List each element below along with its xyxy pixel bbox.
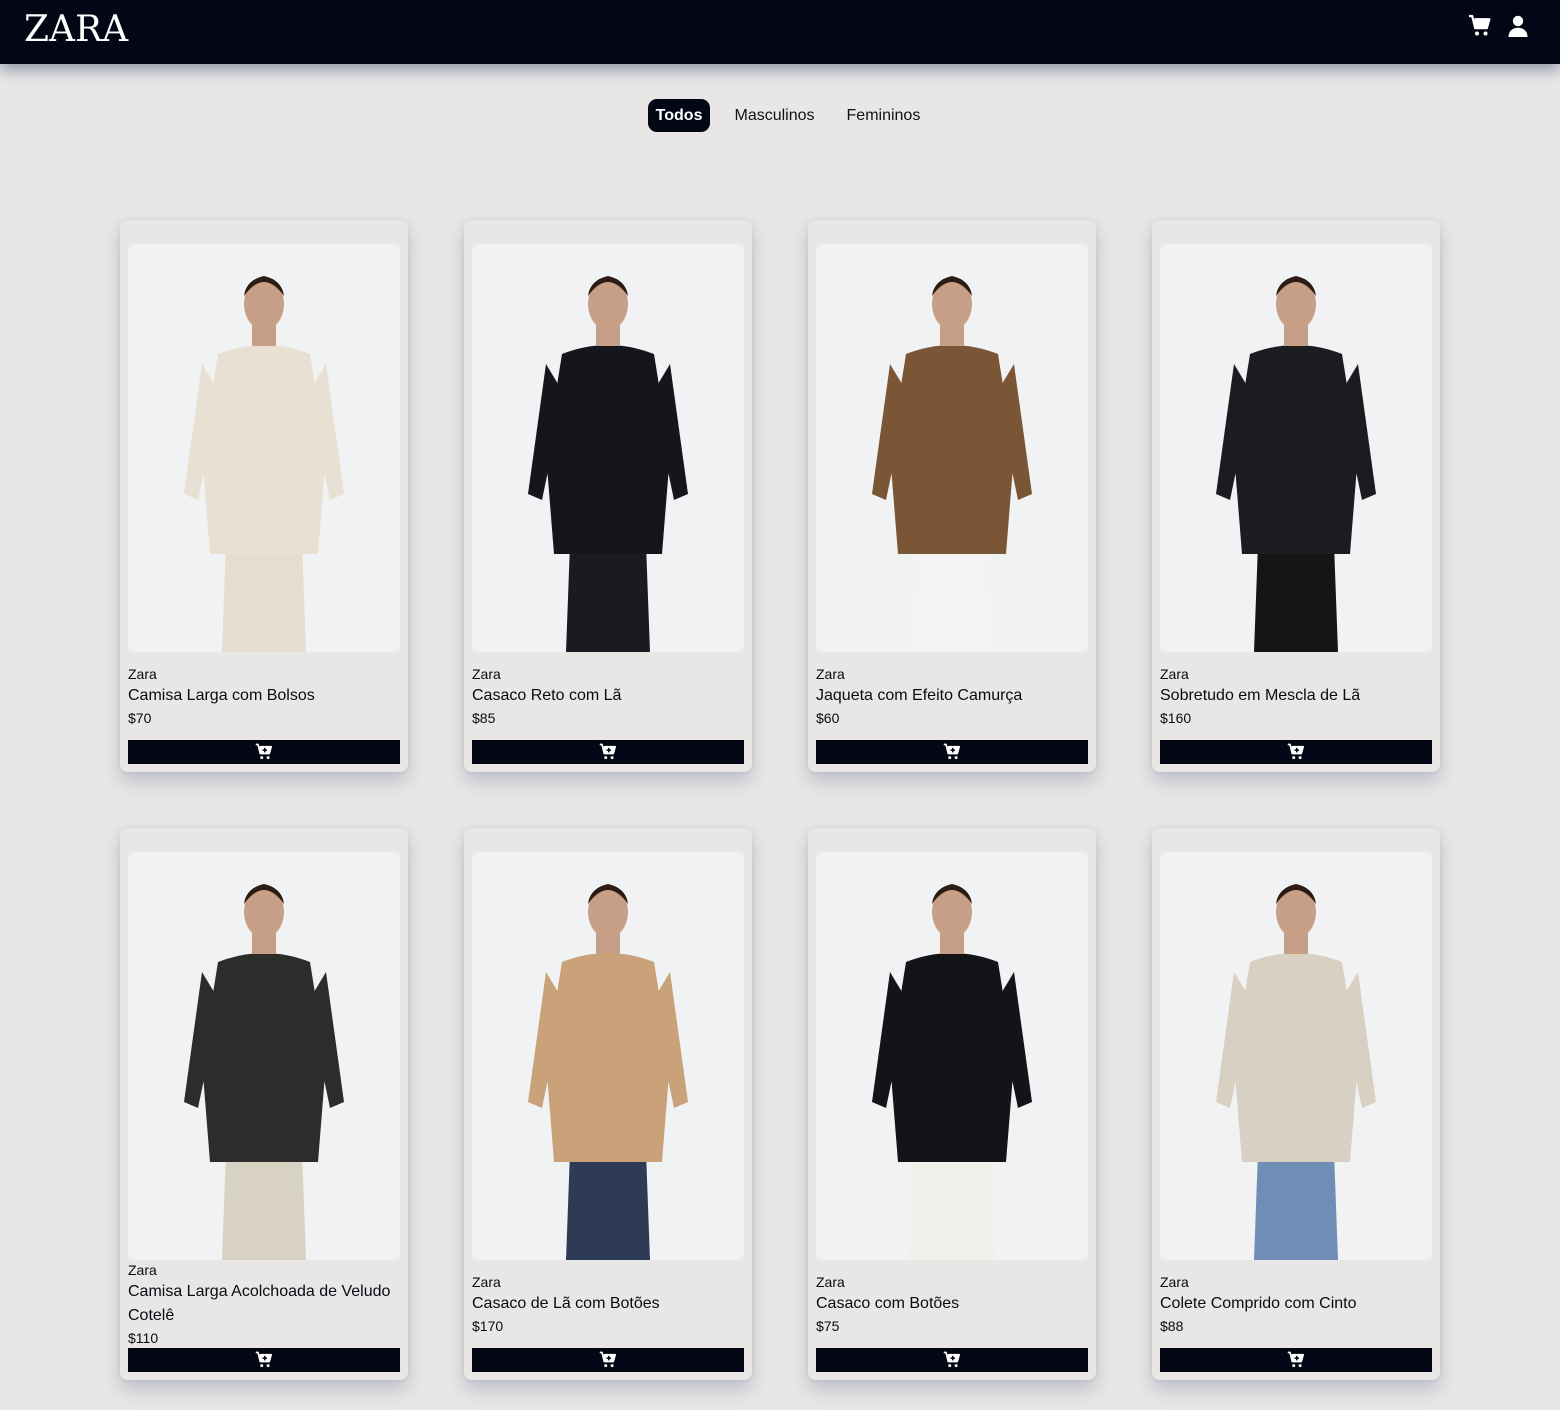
add-to-cart-button[interactable]	[472, 740, 744, 764]
add-to-cart-button[interactable]	[472, 1348, 744, 1372]
product-name[interactable]: Casaco Reto com Lã	[472, 684, 744, 708]
product-card[interactable]: Zara Casaco de Lã com Botões $170	[464, 828, 752, 1380]
add-to-cart-button[interactable]	[1160, 740, 1432, 764]
product-price: $85	[472, 710, 496, 726]
product-name[interactable]: Sobretudo em Mescla de Lã	[1160, 684, 1432, 708]
user-icon[interactable]	[1506, 14, 1530, 38]
product-info: Zara Casaco Reto com Lã $85	[472, 652, 744, 740]
product-photo[interactable]	[816, 852, 1088, 1260]
product-name[interactable]: Casaco com Botões	[816, 1292, 1088, 1316]
filter-tab-masculinos[interactable]: Masculinos	[726, 99, 822, 132]
product-card[interactable]: Zara Casaco com Botões $75	[808, 828, 1096, 1380]
product-brand: Zara	[472, 666, 501, 682]
product-card[interactable]: Zara Colete Comprido com Cinto $88	[1152, 828, 1440, 1380]
product-price: $60	[816, 710, 840, 726]
product-info: Zara Casaco de Lã com Botões $170	[472, 1260, 744, 1348]
add-to-cart-icon	[943, 1351, 961, 1368]
add-to-cart-icon	[599, 1351, 617, 1368]
product-brand: Zara	[816, 666, 845, 682]
product-info: Zara Camisa Larga Acolchoada de Veludo Co…	[128, 1260, 400, 1348]
product-price: $75	[816, 1318, 840, 1334]
add-to-cart-button[interactable]	[128, 740, 400, 764]
zara-logo[interactable]: ZARA	[24, 8, 128, 52]
product-info: Zara Colete Comprido com Cinto $88	[1160, 1260, 1432, 1348]
product-price: $160	[1160, 710, 1192, 726]
add-to-cart-icon	[255, 1351, 273, 1368]
product-card[interactable]: Zara Casaco Reto com Lã $85	[464, 220, 752, 772]
product-photo[interactable]	[472, 244, 744, 652]
product-card[interactable]: Zara Camisa Larga com Bolsos $70	[120, 220, 408, 772]
product-card[interactable]: Zara Jaqueta com Efeito Camurça $60	[808, 220, 1096, 772]
model-photo-illustration	[816, 244, 1088, 652]
filter-tab-femininos[interactable]: Femininos	[839, 99, 929, 132]
add-to-cart-button[interactable]	[128, 1348, 400, 1372]
product-brand: Zara	[128, 666, 157, 682]
product-grid: Zara Camisa Larga com Bolsos $70 Zara Casaco…	[120, 220, 1440, 1380]
model-photo-illustration	[1160, 852, 1432, 1260]
add-to-cart-button[interactable]	[816, 740, 1088, 764]
product-name[interactable]: Colete Comprido com Cinto	[1160, 1292, 1432, 1316]
product-price: $110	[128, 1330, 159, 1346]
model-photo-illustration	[472, 244, 744, 652]
product-name[interactable]: Camisa Larga Acolchoada de Veludo Cotelê	[128, 1280, 400, 1328]
product-brand: Zara	[1160, 666, 1189, 682]
product-name[interactable]: Camisa Larga com Bolsos	[128, 684, 400, 708]
product-photo[interactable]	[1160, 244, 1432, 652]
product-photo[interactable]	[472, 852, 744, 1260]
product-info: Zara Jaqueta com Efeito Camurça $60	[816, 652, 1088, 740]
product-info: Zara Sobretudo em Mescla de Lã $160	[1160, 652, 1432, 740]
product-price: $170	[472, 1318, 504, 1334]
add-to-cart-icon	[599, 743, 617, 760]
product-name[interactable]: Jaqueta com Efeito Camurça	[816, 684, 1088, 708]
add-to-cart-button[interactable]	[816, 1348, 1088, 1372]
header-actions	[1468, 14, 1530, 38]
model-photo-illustration	[1160, 244, 1432, 652]
add-to-cart-icon	[255, 743, 273, 760]
product-name[interactable]: Casaco de Lã com Botões	[472, 1292, 744, 1316]
model-photo-illustration	[128, 244, 400, 652]
product-brand: Zara	[816, 1274, 845, 1290]
add-to-cart-icon	[1287, 743, 1305, 760]
model-photo-illustration	[816, 852, 1088, 1260]
model-photo-illustration	[472, 852, 744, 1260]
product-photo[interactable]	[816, 244, 1088, 652]
product-card[interactable]: Zara Sobretudo em Mescla de Lã $160	[1152, 220, 1440, 772]
category-filter-tabs: Todos Masculinos Femininos	[0, 99, 1560, 132]
product-info: Zara Casaco com Botões $75	[816, 1260, 1088, 1348]
add-to-cart-icon	[1287, 1351, 1305, 1368]
filter-tab-todos[interactable]: Todos	[647, 99, 711, 132]
product-brand: Zara	[128, 1262, 157, 1278]
product-info: Zara Camisa Larga com Bolsos $70	[128, 652, 400, 740]
product-card[interactable]: Zara Camisa Larga Acolchoada de Veludo Co…	[120, 828, 408, 1380]
product-price: $70	[128, 710, 152, 726]
cart-icon[interactable]	[1468, 14, 1492, 38]
product-photo[interactable]	[128, 244, 400, 652]
top-navbar: ZARA	[0, 0, 1560, 64]
add-to-cart-button[interactable]	[1160, 1348, 1432, 1372]
product-brand: Zara	[472, 1274, 501, 1290]
add-to-cart-icon	[943, 743, 961, 760]
product-brand: Zara	[1160, 1274, 1189, 1290]
product-photo[interactable]	[1160, 852, 1432, 1260]
model-photo-illustration	[128, 852, 400, 1260]
product-price: $88	[1160, 1318, 1184, 1334]
product-photo[interactable]	[128, 852, 400, 1260]
